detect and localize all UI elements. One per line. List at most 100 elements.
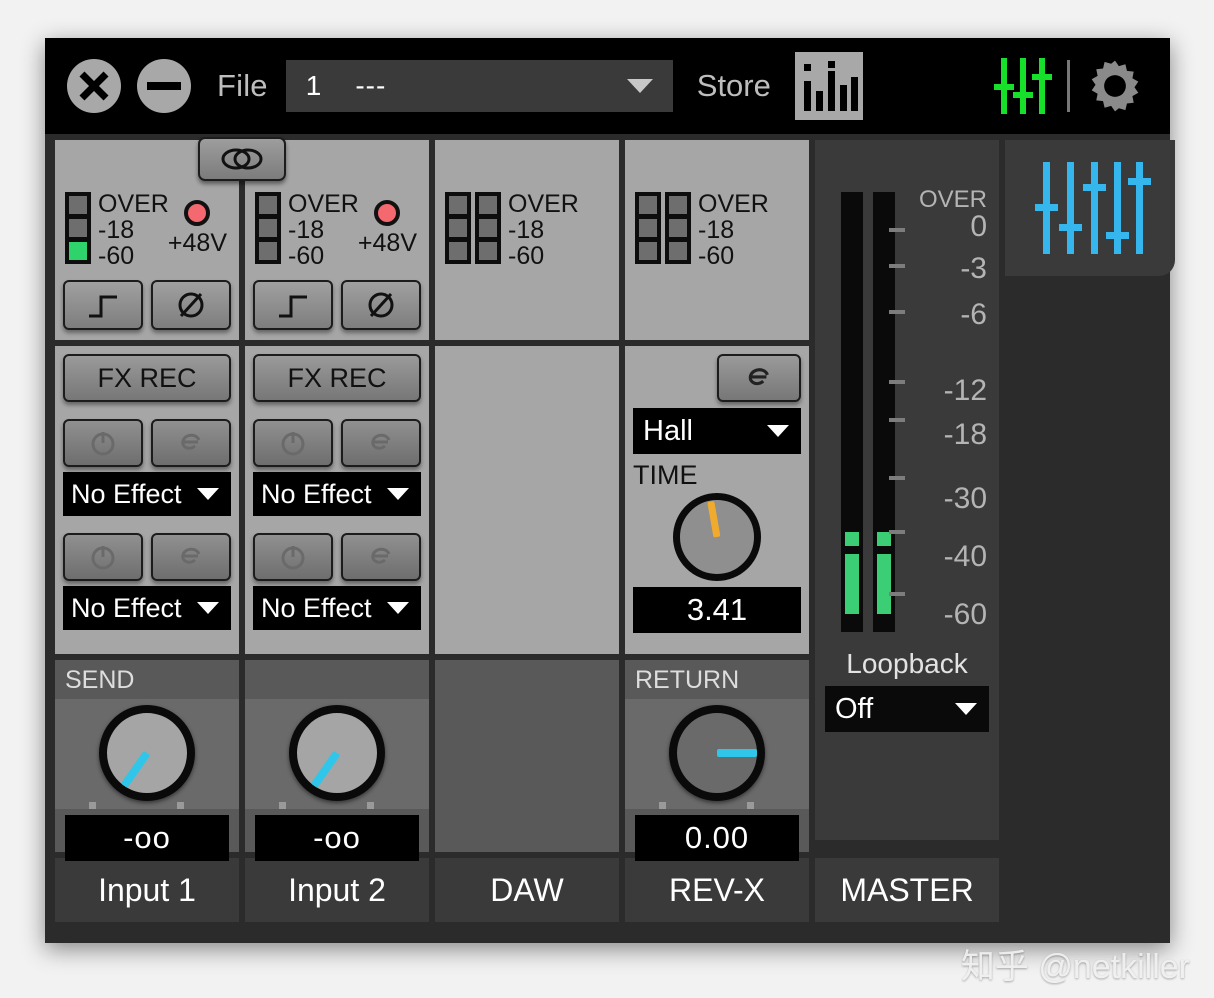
header-right-tools xyxy=(994,57,1144,115)
chevron-down-icon xyxy=(387,488,409,500)
fx-slot-1-buttons xyxy=(253,419,421,467)
power-icon xyxy=(281,546,305,570)
phantom-power-control-2[interactable]: +48V xyxy=(358,200,417,258)
phase-invert-button[interactable] xyxy=(341,280,421,330)
channel-name-master[interactable]: MASTER xyxy=(815,858,999,922)
master-meters xyxy=(841,192,895,632)
phantom-lamp-icon xyxy=(374,200,401,226)
fader-sliders-icon xyxy=(1035,162,1151,254)
preamp-row: OVER -18 -60 +48V OVER -18 -60 +48V OVER… xyxy=(55,137,1175,840)
highpass-filter-button[interactable] xyxy=(253,280,333,330)
channel-name-revx[interactable]: REV-X xyxy=(625,858,809,922)
fx-effect-select-1[interactable]: No Effect xyxy=(63,472,231,516)
master-column: OVER 0 -3 -6 -12 -18 -30 -40 -60 Loopbac… xyxy=(815,140,999,840)
led-columns xyxy=(255,192,281,264)
return-knob[interactable] xyxy=(669,705,765,801)
revx-type-select[interactable]: Hall xyxy=(633,408,801,454)
preamp-cell-daw: OVER -18 -60 xyxy=(435,140,619,340)
fx-slot-1-buttons xyxy=(63,419,231,467)
fx-effect-select-2[interactable]: No Effect xyxy=(253,586,421,630)
led-over xyxy=(639,196,657,214)
send-title: SEND xyxy=(65,666,135,694)
fx-power-button[interactable] xyxy=(63,533,143,581)
highpass-filter-button[interactable] xyxy=(63,280,143,330)
input-meter-1: OVER -18 -60 xyxy=(65,191,169,269)
daw-meter: OVER -18 -60 xyxy=(445,190,579,269)
minimize-icon[interactable] xyxy=(137,59,191,113)
fx-rec-button[interactable]: FX REC xyxy=(253,354,421,402)
input-pair-preamp: OVER -18 -60 +48V OVER -18 -60 +48V xyxy=(55,137,429,340)
phase-invert-icon xyxy=(178,292,204,318)
store-button[interactable]: Store xyxy=(697,68,771,104)
fx-power-button[interactable] xyxy=(63,419,143,467)
fx-edit-button[interactable] xyxy=(151,533,231,581)
led-columns xyxy=(65,192,91,264)
level-meter-icon[interactable] xyxy=(794,52,863,120)
meter-label-18: -18 xyxy=(508,215,545,244)
led-over xyxy=(449,196,467,214)
return-cell-revx: RETURN 0.00 xyxy=(625,660,809,861)
gear-icon[interactable] xyxy=(1086,57,1144,115)
led-60 xyxy=(449,242,467,260)
revx-type-value: Hall xyxy=(643,414,693,447)
watermark: 知乎 @netkiller xyxy=(960,948,1190,986)
send-cell-input-1: SEND -oo xyxy=(55,660,239,861)
power-icon xyxy=(91,546,115,570)
fx-effect-value: No Effect xyxy=(261,592,372,623)
fx-effect-select-2[interactable]: No Effect xyxy=(63,586,231,630)
meter-label-18: -18 xyxy=(98,215,135,244)
send-cell-daw xyxy=(435,660,619,852)
meter-scale-labels: OVER -18 -60 xyxy=(98,191,169,269)
meter-label-60: -60 xyxy=(698,241,735,270)
send-value: -oo xyxy=(255,815,419,861)
phantom-lamp-icon xyxy=(184,200,211,226)
highpass-filter-icon xyxy=(89,295,117,318)
phantom-power-control-1[interactable]: +48V xyxy=(168,200,227,258)
led-60 xyxy=(259,242,277,260)
scale-3: -3 xyxy=(960,252,987,285)
phase-invert-button[interactable] xyxy=(151,280,231,330)
channel-name-input-1[interactable]: Input 1 xyxy=(55,858,239,922)
led-over xyxy=(69,196,87,214)
fx-edit-button[interactable] xyxy=(341,419,421,467)
send-knob[interactable] xyxy=(289,705,385,801)
fx-effect-select-1[interactable]: No Effect xyxy=(253,472,421,516)
minimize-stroke xyxy=(147,82,181,90)
fx-power-button[interactable] xyxy=(253,533,333,581)
edit-e-icon xyxy=(748,368,769,386)
fx-power-button[interactable] xyxy=(253,419,333,467)
led-18 xyxy=(69,219,87,237)
chevron-down-icon xyxy=(387,602,409,614)
scale-12: -12 xyxy=(943,374,987,407)
fx-edit-button[interactable] xyxy=(341,533,421,581)
channel-name-input-2[interactable]: Input 2 xyxy=(245,858,429,922)
knob-indicator xyxy=(310,750,341,789)
fx-cell-input-2: FX REC No Effect No Effect xyxy=(245,346,429,654)
return-knob-area xyxy=(625,699,809,809)
stereo-link-button[interactable] xyxy=(198,137,286,181)
fx-rec-button[interactable]: FX REC xyxy=(63,354,231,402)
chevron-down-icon xyxy=(197,488,219,500)
file-menu-label[interactable]: File xyxy=(217,68,268,104)
return-title: RETURN xyxy=(635,666,740,694)
preset-select[interactable]: 1 --- xyxy=(285,60,673,112)
power-icon xyxy=(281,432,305,456)
led-columns xyxy=(445,192,501,264)
fx-effect-value: No Effect xyxy=(71,592,182,623)
scale-6: -6 xyxy=(960,298,987,331)
fader-view-card[interactable] xyxy=(1005,140,1175,276)
close-icon[interactable] xyxy=(67,59,121,113)
time-knob[interactable] xyxy=(673,493,761,581)
loopback-select[interactable]: Off xyxy=(825,686,989,732)
send-knob[interactable] xyxy=(99,705,195,801)
fader-sliders-icon[interactable] xyxy=(994,58,1052,114)
fx-slot-2-buttons xyxy=(63,533,231,581)
led-column xyxy=(65,192,91,264)
channel-name-daw[interactable]: DAW xyxy=(435,858,619,922)
revx-edit-button[interactable] xyxy=(717,354,801,402)
scale-18: -18 xyxy=(943,418,987,451)
meter-label-over: OVER xyxy=(508,190,579,218)
led-column-right xyxy=(665,192,691,264)
fx-edit-button[interactable] xyxy=(151,419,231,467)
chevron-down-icon xyxy=(197,602,219,614)
